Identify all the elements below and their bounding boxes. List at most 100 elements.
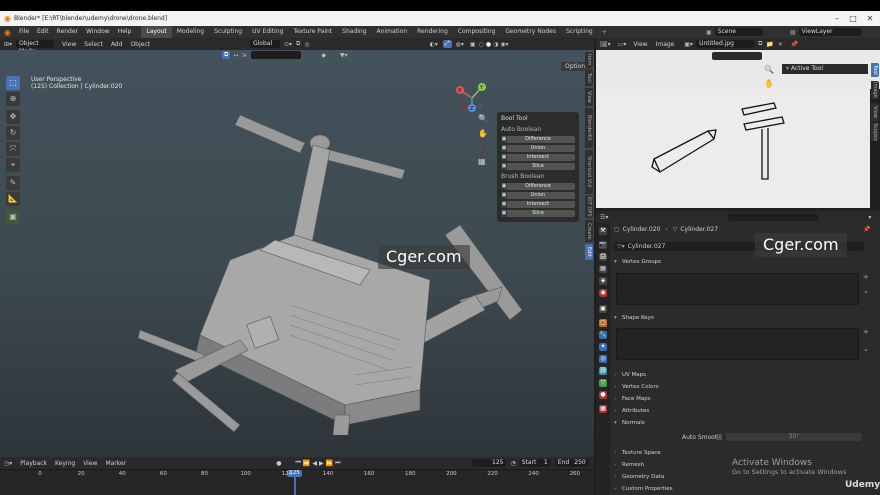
blender-menu-icon[interactable]: ◉ — [0, 28, 15, 37]
material-shading-icon[interactable]: ◑ — [493, 41, 498, 48]
auto-slice-button[interactable]: ▣ Slice — [501, 163, 575, 170]
image-editor-mode-icon[interactable]: ▭▾ — [615, 41, 630, 48]
section-shape-keys[interactable]: ▾ Shape Keys — [614, 313, 654, 323]
image-tab-tool[interactable]: Tool — [871, 63, 879, 77]
brush-intersect-button[interactable]: ▣ Intersect — [501, 201, 575, 208]
keyframe-icon[interactable]: ◆ — [321, 52, 326, 59]
image-name-field[interactable]: Untitled.jpg — [696, 40, 755, 48]
rendered-shading-icon[interactable]: ◉▾ — [500, 41, 508, 48]
object-props-icon[interactable]: ▢ — [599, 319, 607, 327]
move-icon[interactable]: ✥ — [6, 110, 20, 124]
annotate-icon[interactable]: ✎ — [6, 176, 20, 190]
tab-geometry-nodes[interactable]: Geometry Nodes — [500, 26, 561, 38]
section-face-maps[interactable]: › Face Maps — [614, 394, 651, 404]
pin-props-icon[interactable]: 📌 — [863, 226, 870, 233]
auto-key-icon[interactable]: ● — [276, 460, 281, 467]
add-cube-icon[interactable]: ▣ — [6, 210, 20, 224]
sidebar-tab-shortcut-vur[interactable]: Shortcut VUr — [585, 150, 593, 194]
timeline-menu-view[interactable]: View — [79, 460, 101, 467]
scale-icon[interactable]: ⤧ — [6, 142, 20, 156]
section-normals[interactable]: ▾ Normals — [614, 418, 645, 428]
section-attributes[interactable]: › Attributes — [614, 406, 649, 416]
play-icon[interactable]: ▶ — [319, 460, 324, 467]
image-open-icon[interactable]: 📁 — [766, 41, 773, 48]
breadcrumb-mesh[interactable]: Cylinder.027 — [680, 226, 718, 233]
move-tool-icon[interactable]: ↔ — [233, 52, 238, 59]
vertex-group-menu-icon[interactable]: ⌄ — [863, 287, 869, 295]
tab-modeling[interactable]: Modeling — [172, 26, 209, 38]
drone-model[interactable] — [130, 105, 530, 435]
section-vertex-colors[interactable]: › Vertex Colors — [614, 382, 659, 392]
vertex-group-add-icon[interactable]: + — [863, 273, 869, 281]
tab-rendering[interactable]: Rendering — [412, 26, 453, 38]
auto-difference-button[interactable]: ▣ Difference — [501, 136, 575, 143]
select-tool-icon[interactable]: ⬚ — [6, 76, 20, 90]
material-props-icon[interactable]: ● — [599, 391, 607, 399]
sidebar-tab-item[interactable]: Item — [585, 52, 593, 68]
overlay-toggle-icon[interactable]: ◍▾ — [456, 41, 464, 48]
view-layer-field[interactable]: ViewLayer — [798, 28, 861, 36]
image-tab-view[interactable]: View — [871, 103, 879, 121]
sidebar-tab-kit-ops[interactable]: KIT OPS — [585, 196, 593, 218]
pin-icon[interactable]: 📌 — [791, 41, 798, 48]
auto-smooth-checkbox[interactable] — [716, 434, 722, 440]
auto-union-button[interactable]: ▣ Union — [501, 145, 575, 152]
tab-uv-editing[interactable]: UV Editing — [247, 26, 288, 38]
jump-end-icon[interactable]: ⏭ — [335, 459, 340, 467]
menu-window[interactable]: Window — [82, 26, 114, 38]
sidebar-tab-blenderkit[interactable]: BlenderKit — [585, 108, 593, 148]
section-geometry-data[interactable]: › Geometry Data — [614, 472, 664, 482]
menu-help[interactable]: Help — [114, 26, 136, 38]
section-uv-maps[interactable]: › UV Maps — [614, 370, 646, 380]
brush-difference-button[interactable]: ▣ Difference — [501, 183, 575, 190]
shape-keys-list[interactable] — [616, 328, 859, 360]
vertex-groups-list[interactable] — [616, 273, 859, 305]
scene-selector[interactable]: ▣ Scene — [706, 28, 763, 36]
snap-toggle-icon[interactable]: ⧉ — [222, 51, 231, 59]
pivot-icon[interactable]: ⊙▾ — [284, 41, 292, 48]
image-new-icon[interactable]: ⧉ — [758, 40, 762, 48]
image-tab-image[interactable]: Image — [871, 81, 879, 99]
wireframe-shading-icon[interactable]: ○ — [479, 41, 484, 48]
xray-icon[interactable]: ▣ — [470, 41, 476, 48]
viewport-search-field[interactable] — [251, 51, 302, 59]
menu-file[interactable]: File — [15, 26, 33, 38]
cursor-tool-icon[interactable]: ⊕ — [6, 92, 20, 106]
current-frame-field[interactable]: 125 — [472, 459, 507, 467]
image-tab-scopes[interactable]: Scopes — [871, 123, 879, 141]
view-layer-selector[interactable]: ▤ ViewLayer — [790, 28, 861, 36]
timeline-menu-keying[interactable]: Keying — [51, 460, 79, 467]
brush-slice-button[interactable]: ▣ Slice — [501, 210, 575, 217]
image-zoom-icon[interactable]: 🔍 — [764, 65, 774, 74]
prev-key-icon[interactable]: ⏪ — [303, 460, 310, 467]
constraints-props-icon[interactable]: ⛓ — [599, 367, 607, 375]
properties-type-icon[interactable]: ☰▾ — [596, 214, 612, 221]
next-key-icon[interactable]: ⏩ — [326, 460, 333, 467]
filter-icon[interactable]: ▼▾ — [340, 52, 348, 59]
physics-props-icon[interactable]: ◎ — [599, 355, 607, 363]
transform-icon[interactable]: ⌖ — [6, 158, 20, 172]
brush-union-button[interactable]: ▣ Union — [501, 192, 575, 199]
close-icon[interactable]: ✕ — [862, 11, 878, 26]
breadcrumb-object[interactable]: Cylinder.020 — [623, 226, 661, 233]
proportional-icon[interactable]: ◎ — [304, 41, 309, 48]
viewport-menu-view[interactable]: View — [58, 41, 80, 48]
render-props-icon[interactable]: 📷 — [599, 241, 607, 249]
sidebar-tab-tool[interactable]: Tool — [585, 70, 593, 86]
solid-shading-icon[interactable]: ● — [486, 41, 491, 48]
properties-options-icon[interactable]: ▾ — [868, 214, 871, 221]
view-layer-props-icon[interactable]: ▤ — [599, 265, 607, 273]
scale-tool-icon[interactable]: ⇲ — [241, 52, 246, 59]
add-workspace-icon[interactable]: + — [598, 29, 611, 36]
modifier-props-icon[interactable]: 🔧 — [599, 331, 607, 339]
measure-icon[interactable]: 📐 — [6, 192, 20, 206]
timeline-type-icon[interactable]: ◷▾ — [0, 460, 16, 467]
output-props-icon[interactable]: 🖨 — [599, 253, 607, 261]
editor-type-icon[interactable]: ⊞▾ — [0, 41, 16, 48]
section-remesh[interactable]: › Remesh — [614, 460, 644, 470]
section-texture-space[interactable]: › Texture Space — [614, 448, 661, 458]
maximize-icon[interactable]: □ — [845, 11, 861, 26]
image-editor-type-icon[interactable]: 🖼▾ — [596, 41, 615, 48]
image-menu-image[interactable]: Image — [652, 41, 679, 48]
rotate-icon[interactable]: ↻ — [6, 126, 20, 140]
